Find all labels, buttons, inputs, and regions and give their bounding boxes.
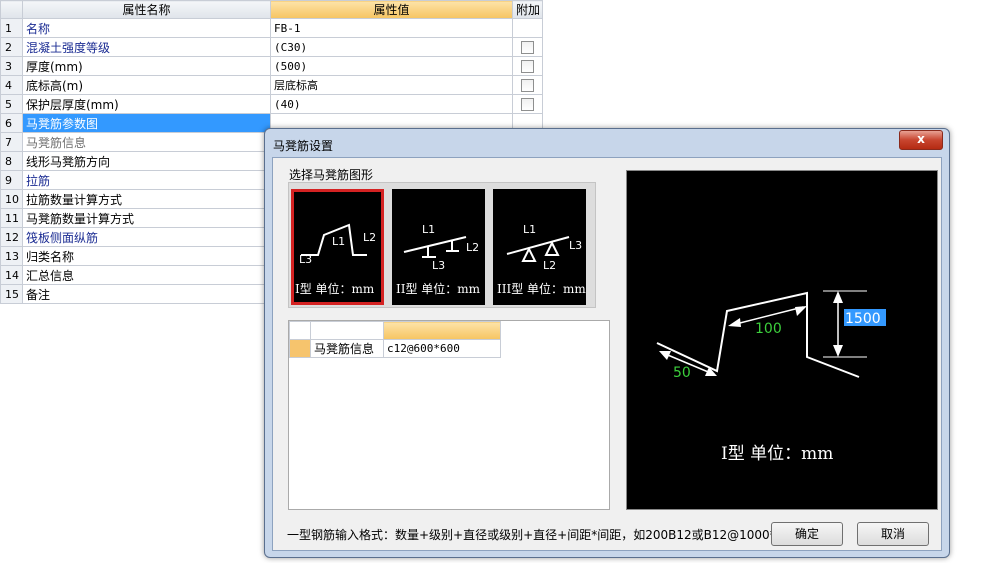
property-name[interactable]: 底标高(m) xyxy=(22,75,271,95)
type-1-l2-label: L2 xyxy=(363,231,376,244)
stirrup-info-value[interactable]: c12@600*600 xyxy=(383,339,501,358)
header-property-value[interactable]: 属性值 xyxy=(270,0,513,19)
property-name[interactable]: 名称 xyxy=(22,18,271,38)
row-number: 13 xyxy=(0,246,23,266)
row-number: 5 xyxy=(0,94,23,114)
close-icon: x xyxy=(917,132,925,146)
property-value[interactable]: FB-1 xyxy=(270,18,513,38)
property-name[interactable]: 混凝土强度等级 xyxy=(22,37,271,57)
extra-cell xyxy=(512,18,543,38)
property-name[interactable]: 厚度(mm) xyxy=(22,56,271,76)
close-button[interactable]: x xyxy=(899,130,943,150)
property-name[interactable]: 马凳筋参数图 xyxy=(22,113,271,133)
input-format-hint: 一型钢筋输入格式：数量+级别+直径或级别+直径+间距*间距，如200B12或B1… xyxy=(287,528,807,542)
grid-row[interactable]: 5 保护层厚度(mm) (40) xyxy=(0,94,543,114)
row-number: 9 xyxy=(0,170,23,190)
header-extra[interactable]: 附加 xyxy=(512,0,543,19)
grid-row[interactable]: 1 名称 FB-1 xyxy=(0,18,543,38)
row-number: 2 xyxy=(0,37,23,57)
header-property-name[interactable]: 属性名称 xyxy=(22,0,271,19)
shape-preview: 1500 100 50 I型 单位：mm xyxy=(626,170,938,510)
row-number: 14 xyxy=(0,265,23,285)
mini-corner xyxy=(289,321,311,340)
row-number: 3 xyxy=(0,56,23,76)
extra-cell[interactable] xyxy=(512,94,543,114)
preview-caption: I型 单位：mm xyxy=(721,444,833,464)
grid-corner xyxy=(0,0,23,19)
extra-checkbox[interactable] xyxy=(521,98,534,111)
property-name[interactable]: 拉筋数量计算方式 xyxy=(22,189,271,209)
property-name[interactable]: 备注 xyxy=(22,284,271,304)
shape-thumb-type-3[interactable]: L1 L2 L3 III型 单位：mm xyxy=(493,189,586,305)
stirrup-info-table: 马凳筋信息 c12@600*600 xyxy=(288,320,610,510)
dim-left-label: 50 xyxy=(673,365,691,381)
property-name[interactable]: 线形马凳筋方向 xyxy=(22,151,271,171)
extra-checkbox[interactable] xyxy=(521,41,534,54)
type-3-l1-label: L1 xyxy=(523,223,536,236)
property-name[interactable]: 保护层厚度(mm) xyxy=(22,94,271,114)
ok-button[interactable]: 确定 xyxy=(771,522,843,546)
property-value[interactable]: (500) xyxy=(270,56,513,76)
type-1-l1-label: L1 xyxy=(332,235,345,248)
type-2-l1-label: L1 xyxy=(422,223,435,236)
mini-row-header[interactable] xyxy=(289,339,311,358)
type-2-l3-label: L3 xyxy=(432,259,445,272)
row-number: 4 xyxy=(0,75,23,95)
extra-checkbox[interactable] xyxy=(521,60,534,73)
property-name[interactable]: 马凳筋信息 xyxy=(22,132,271,152)
property-value[interactable]: 层底标高 xyxy=(270,75,513,95)
type-2-l2-label: L2 xyxy=(466,241,479,254)
extra-checkbox[interactable] xyxy=(521,79,534,92)
cancel-button[interactable]: 取消 xyxy=(857,522,929,546)
row-number: 11 xyxy=(0,208,23,228)
property-name[interactable]: 马凳筋数量计算方式 xyxy=(22,208,271,228)
property-name[interactable]: 归类名称 xyxy=(22,246,271,266)
stirrup-settings-dialog: 马凳筋设置 x 选择马凳筋图形 L1 L2 L3 I型 单位：mm L1 L2 … xyxy=(264,128,950,558)
dim-top-label: 1500 xyxy=(845,311,881,327)
type-1-l3-label: L3 xyxy=(299,253,312,266)
type-3-l2-label: L2 xyxy=(543,259,556,272)
shape-group-label: 选择马凳筋图形 xyxy=(289,168,374,182)
grid-row[interactable]: 2 混凝土强度等级 (C30) xyxy=(0,37,543,57)
mini-header-name xyxy=(310,321,384,340)
grid-row[interactable]: 4 底标高(m) 层底标高 xyxy=(0,75,543,95)
property-name[interactable]: 筏板侧面纵筋 xyxy=(22,227,271,247)
property-value[interactable]: (40) xyxy=(270,94,513,114)
row-number: 1 xyxy=(0,18,23,38)
row-number: 7 xyxy=(0,132,23,152)
mini-row-label: 马凳筋信息 xyxy=(310,339,384,358)
property-value[interactable]: (C30) xyxy=(270,37,513,57)
property-name[interactable]: 汇总信息 xyxy=(22,265,271,285)
row-number: 8 xyxy=(0,151,23,171)
row-number: 15 xyxy=(0,284,23,304)
property-name[interactable]: 拉筋 xyxy=(22,170,271,190)
type-1-caption: I型 单位：mm xyxy=(295,282,375,296)
dialog-client: 选择马凳筋图形 L1 L2 L3 I型 单位：mm L1 L2 L3 II型 单… xyxy=(272,157,942,551)
type-3-l3-label: L3 xyxy=(569,239,582,252)
extra-cell[interactable] xyxy=(512,75,543,95)
dialog-title: 马凳筋设置 xyxy=(273,139,334,153)
row-number: 6 xyxy=(0,113,23,133)
shape-thumb-type-1[interactable]: L1 L2 L3 I型 单位：mm xyxy=(291,189,384,305)
extra-cell[interactable] xyxy=(512,56,543,76)
dialog-titlebar[interactable]: 马凳筋设置 x xyxy=(265,129,949,157)
type-3-caption: III型 单位：mm xyxy=(497,282,586,296)
row-number: 12 xyxy=(0,227,23,247)
shape-thumbnails: L1 L2 L3 I型 单位：mm L1 L2 L3 II型 单位：mm L1 … xyxy=(288,182,596,308)
extra-cell[interactable] xyxy=(512,37,543,57)
mini-header-value xyxy=(383,321,501,340)
row-number: 10 xyxy=(0,189,23,209)
grid-row[interactable]: 3 厚度(mm) (500) xyxy=(0,56,543,76)
preview-diagram: 1500 100 50 I型 单位：mm xyxy=(656,290,886,464)
type-2-caption: II型 单位：mm xyxy=(396,282,481,296)
shape-thumb-type-2[interactable]: L1 L2 L3 II型 单位：mm xyxy=(392,189,485,305)
dim-mid-label: 100 xyxy=(755,321,782,337)
